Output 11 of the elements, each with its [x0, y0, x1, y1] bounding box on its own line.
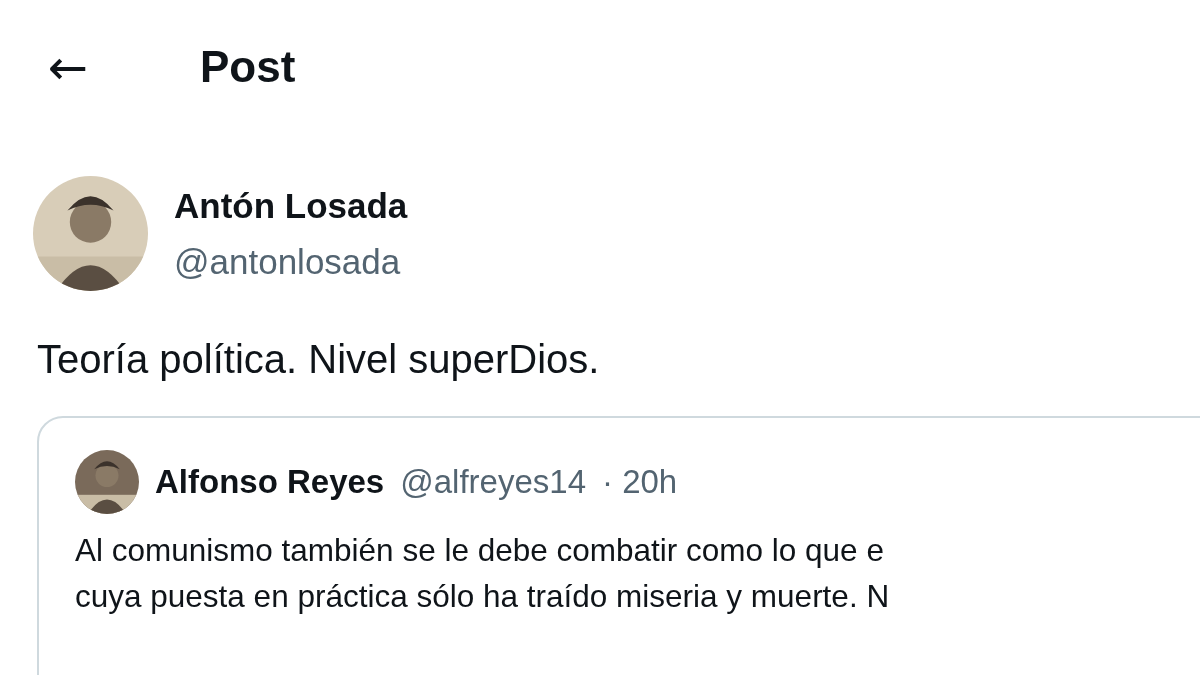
post-text: Teoría política. Nivel superDios.	[37, 337, 601, 382]
author-handle[interactable]: @antonlosada	[174, 241, 408, 282]
back-button[interactable]: ←	[44, 43, 92, 91]
quoted-text-line: cuya puesta en práctica sólo ha traído miseria y muerte. N	[75, 577, 891, 616]
quoted-author-name[interactable]: Alfonso Reyes	[155, 463, 385, 501]
page-title: Post	[200, 42, 296, 92]
author-name[interactable]: Antón Losada	[174, 185, 408, 226]
quoted-post-card[interactable]: Alfonso Reyes @alfreyes14 · 20h Al comunismo también se le debe combatir como lo que e cuya puesta en práctica sólo ha traído miseria y muerte. N	[37, 416, 1200, 675]
quoted-text-line: Al comunismo también se le debe combatir como lo que e	[75, 531, 885, 570]
quoted-author-handle[interactable]: @alfreyes14	[400, 463, 586, 501]
post-time: · 20h	[602, 463, 678, 501]
